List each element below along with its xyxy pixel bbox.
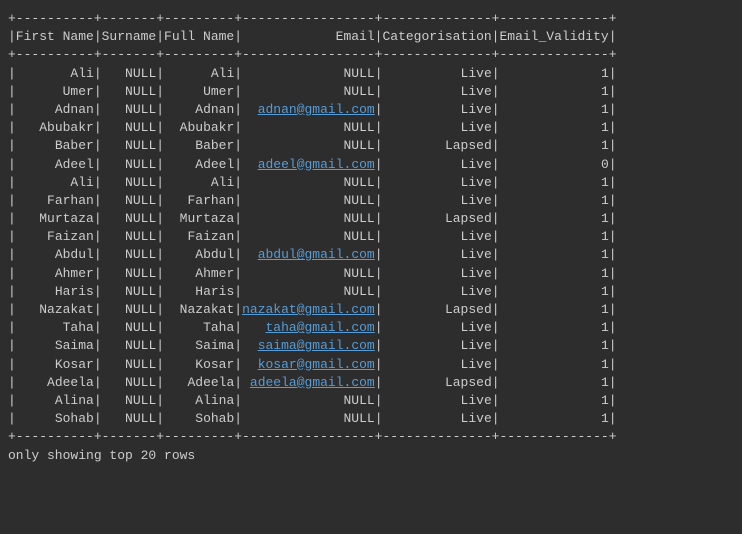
table-row: | Murtaza| NULL| Murtaza| NULL| Lapsed| …	[8, 210, 734, 228]
table-row: | Ahmer| NULL| Ahmer| NULL| Live| 1|	[8, 265, 734, 283]
table-row: | Umer| NULL| Umer| NULL| Live| 1|	[8, 83, 734, 101]
email-link[interactable]: adnan@gmail.com	[258, 102, 375, 117]
table-row: | Faizan| NULL| Faizan| NULL| Live| 1|	[8, 228, 734, 246]
table-row: | Nazakat| NULL| Nazakat|nazakat@gmail.c…	[8, 301, 734, 319]
email-link[interactable]: taha@gmail.com	[266, 320, 375, 335]
table-row: | Abubakr| NULL| Abubakr| NULL| Live| 1|	[8, 119, 734, 137]
table-separator: +----------+-------+---------+----------…	[8, 428, 734, 446]
table-row: | Saima| NULL| Saima| saima@gmail.com| L…	[8, 337, 734, 355]
table-header: |First Name|Surname|Full Name| Email|Cat…	[8, 28, 734, 46]
email-link[interactable]: kosar@gmail.com	[258, 357, 375, 372]
table-row: | Haris| NULL| Haris| NULL| Live| 1|	[8, 283, 734, 301]
table-row: | Taha| NULL| Taha| taha@gmail.com| Live…	[8, 319, 734, 337]
table-row: | Farhan| NULL| Farhan| NULL| Live| 1|	[8, 192, 734, 210]
table-row: | Baber| NULL| Baber| NULL| Lapsed| 1|	[8, 137, 734, 155]
email-link[interactable]: adeel@gmail.com	[258, 157, 375, 172]
table-row: | Alina| NULL| Alina| NULL| Live| 1|	[8, 392, 734, 410]
table-row: | Abdul| NULL| Abdul| abdul@gmail.com| L…	[8, 246, 734, 264]
email-link[interactable]: abdul@gmail.com	[258, 247, 375, 262]
email-link[interactable]: adeela@gmail.com	[250, 375, 375, 390]
table-row: | Sohab| NULL| Sohab| NULL| Live| 1|	[8, 410, 734, 428]
email-link[interactable]: nazakat@gmail.com	[242, 302, 375, 317]
table-row: | Adnan| NULL| Adnan| adnan@gmail.com| L…	[8, 101, 734, 119]
terminal-output: +----------+-------+---------+----------…	[0, 0, 742, 475]
table-row: | Kosar| NULL| Kosar| kosar@gmail.com| L…	[8, 356, 734, 374]
table-row: | Adeel| NULL| Adeel| adeel@gmail.com| L…	[8, 156, 734, 174]
email-link[interactable]: saima@gmail.com	[258, 338, 375, 353]
table-row: | Adeela| NULL| Adeela| adeela@gmail.com…	[8, 374, 734, 392]
table-row: | Ali| NULL| Ali| NULL| Live| 1|	[8, 174, 734, 192]
result-footer: only showing top 20 rows	[8, 447, 734, 465]
table-separator: +----------+-------+---------+----------…	[8, 46, 734, 64]
table-row: | Ali| NULL| Ali| NULL| Live| 1|	[8, 65, 734, 83]
table-separator: +----------+-------+---------+----------…	[8, 10, 734, 28]
